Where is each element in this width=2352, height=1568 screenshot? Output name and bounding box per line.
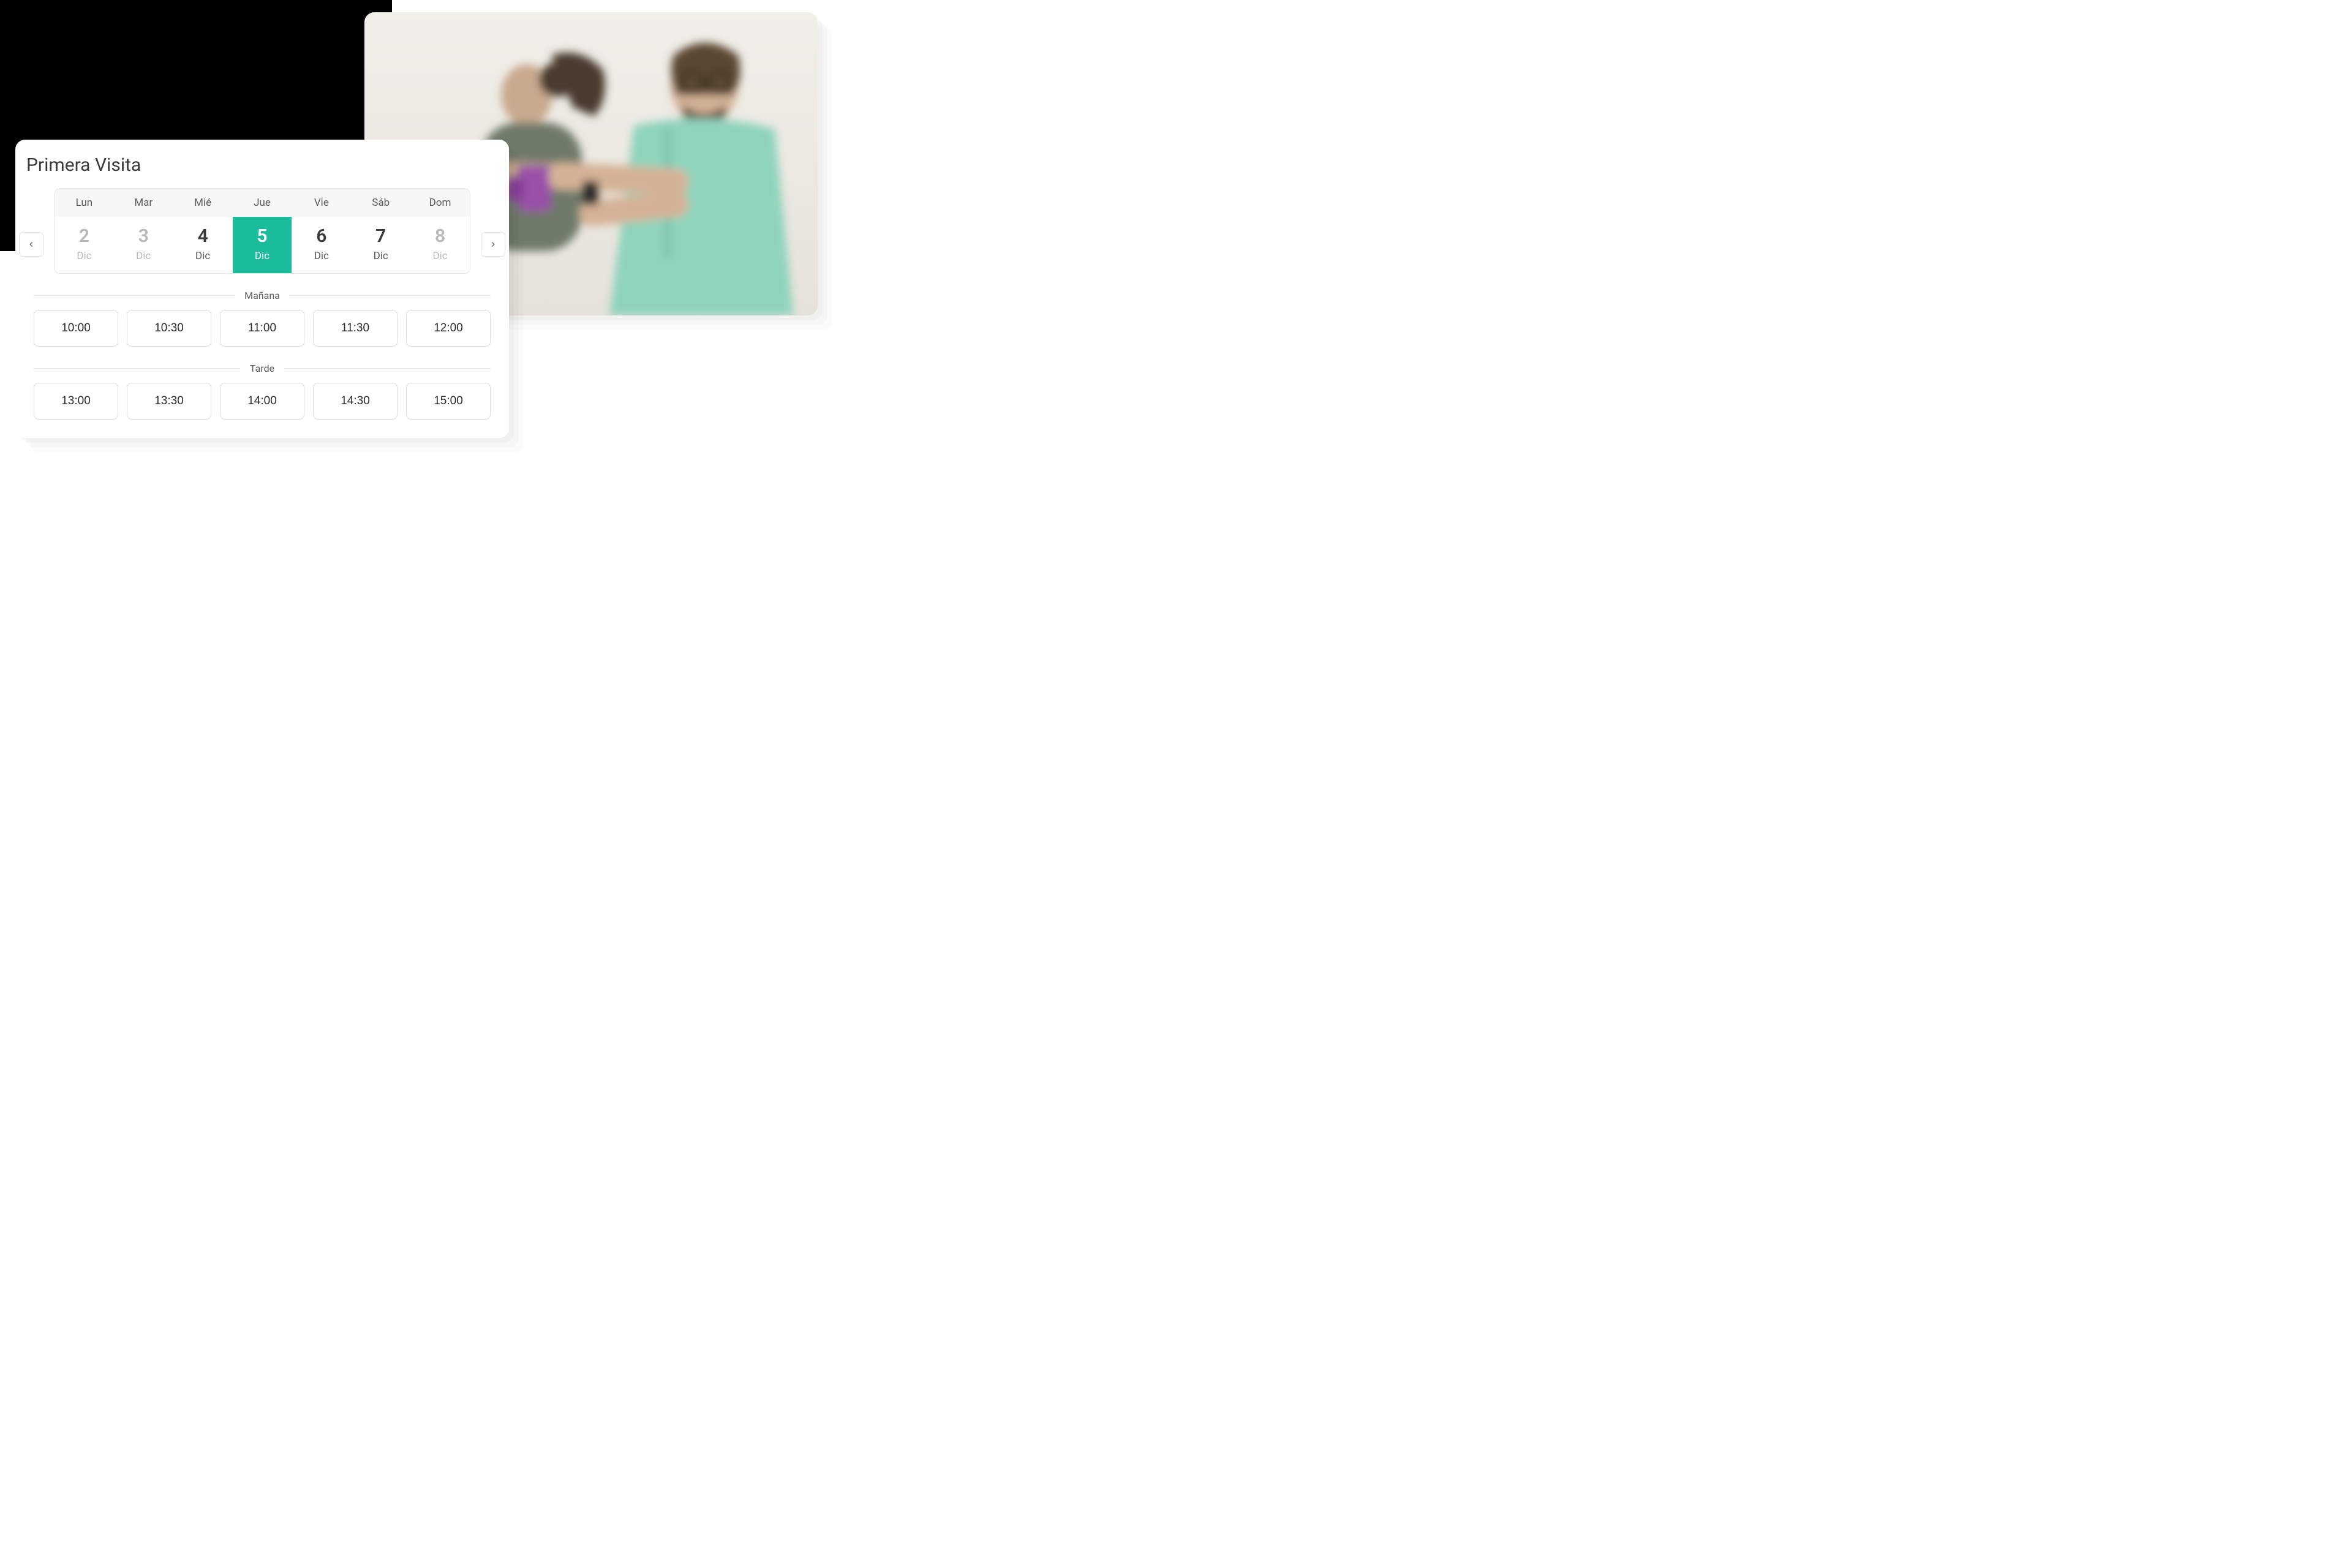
day-cell[interactable]: 3 Dic bbox=[114, 217, 173, 273]
divider bbox=[34, 295, 235, 296]
day-month: Dic bbox=[233, 250, 292, 262]
day-cell[interactable]: 6 Dic bbox=[292, 217, 351, 273]
next-week-button[interactable] bbox=[481, 232, 505, 257]
time-slot-button[interactable]: 10:30 bbox=[127, 310, 211, 347]
booking-card: Primera Visita Lun Mar Mié Jue Vie Sáb D… bbox=[15, 140, 509, 438]
day-number: 6 bbox=[292, 225, 351, 247]
time-slot-button[interactable]: 13:00 bbox=[34, 383, 118, 420]
prev-week-button[interactable] bbox=[19, 232, 43, 257]
day-month: Dic bbox=[173, 250, 233, 262]
day-header: Mar bbox=[114, 189, 173, 217]
day-cell[interactable]: 8 Dic bbox=[410, 217, 470, 273]
afternoon-section: Tarde 13:00 13:30 14:00 14:30 15:00 bbox=[34, 363, 491, 420]
day-month: Dic bbox=[410, 250, 470, 262]
time-slot-button[interactable]: 12:00 bbox=[406, 310, 491, 347]
chevron-left-icon bbox=[27, 240, 36, 249]
time-slot-button[interactable]: 11:00 bbox=[220, 310, 304, 347]
day-number: 8 bbox=[410, 225, 470, 247]
day-header-row: Lun Mar Mié Jue Vie Sáb Dom bbox=[55, 189, 470, 217]
section-header: Tarde bbox=[34, 363, 491, 374]
time-slot-button[interactable]: 10:00 bbox=[34, 310, 118, 347]
day-header: Sáb bbox=[351, 189, 410, 217]
day-month: Dic bbox=[292, 250, 351, 262]
morning-section: Mañana 10:00 10:30 11:00 11:30 12:00 bbox=[34, 290, 491, 347]
chevron-right-icon bbox=[489, 240, 497, 249]
day-number: 5 bbox=[233, 225, 292, 247]
day-month: Dic bbox=[55, 250, 114, 262]
afternoon-slots: 13:00 13:30 14:00 14:30 15:00 bbox=[34, 383, 491, 420]
day-cell[interactable]: 4 Dic bbox=[173, 217, 233, 273]
day-number: 4 bbox=[173, 225, 233, 247]
section-label: Tarde bbox=[250, 363, 274, 374]
day-cell[interactable]: 7 Dic bbox=[351, 217, 410, 273]
time-slot-button[interactable]: 11:30 bbox=[313, 310, 398, 347]
day-month: Dic bbox=[114, 250, 173, 262]
divider bbox=[34, 368, 240, 369]
section-header: Mañana bbox=[34, 290, 491, 301]
calendar-strip: Lun Mar Mié Jue Vie Sáb Dom 2 Dic 3 Dic … bbox=[54, 188, 470, 274]
day-header: Jue bbox=[233, 189, 292, 217]
day-number: 7 bbox=[351, 225, 410, 247]
time-slot-button[interactable]: 13:30 bbox=[127, 383, 211, 420]
calendar-strip-wrapper: Lun Mar Mié Jue Vie Sáb Dom 2 Dic 3 Dic … bbox=[34, 188, 491, 274]
day-number: 3 bbox=[114, 225, 173, 247]
section-label: Mañana bbox=[244, 290, 280, 301]
day-body-row: 2 Dic 3 Dic 4 Dic 5 Dic 6 Dic bbox=[55, 217, 470, 273]
time-slot-button[interactable]: 15:00 bbox=[406, 383, 491, 420]
time-slot-button[interactable]: 14:00 bbox=[220, 383, 304, 420]
day-cell-selected[interactable]: 5 Dic bbox=[233, 217, 292, 273]
day-number: 2 bbox=[55, 225, 114, 247]
day-month: Dic bbox=[351, 250, 410, 262]
day-cell[interactable]: 2 Dic bbox=[55, 217, 114, 273]
card-title: Primera Visita bbox=[26, 154, 491, 176]
day-header: Vie bbox=[292, 189, 351, 217]
day-header: Dom bbox=[410, 189, 470, 217]
time-slot-button[interactable]: 14:30 bbox=[313, 383, 398, 420]
day-header: Mié bbox=[173, 189, 233, 217]
morning-slots: 10:00 10:30 11:00 11:30 12:00 bbox=[34, 310, 491, 347]
day-header: Lun bbox=[55, 189, 114, 217]
divider bbox=[290, 295, 491, 296]
divider bbox=[284, 368, 491, 369]
